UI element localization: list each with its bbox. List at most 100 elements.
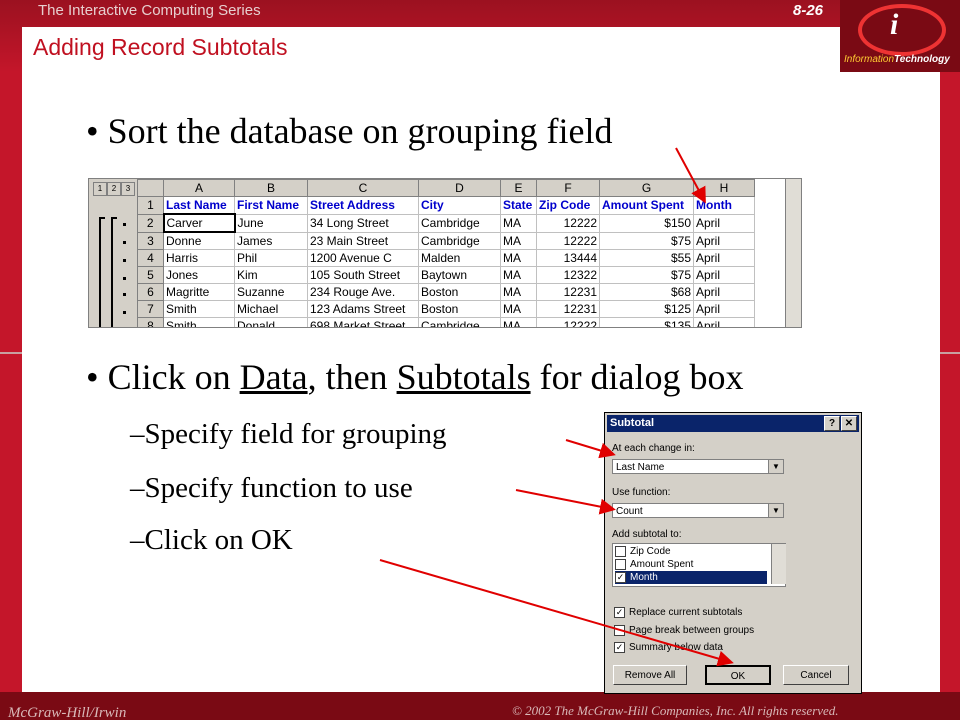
summary-below-checkbox[interactable]: ✓ <box>614 642 625 653</box>
at-each-change-select[interactable]: Last Name ▼ <box>612 459 784 474</box>
table-cell[interactable]: Baytown <box>418 266 501 284</box>
table-cell[interactable]: 12222 <box>536 317 600 327</box>
table-cell[interactable]: 23 Main Street <box>307 231 419 250</box>
chevron-down-icon[interactable]: ▼ <box>768 504 783 517</box>
replace-subtotals-checkbox[interactable]: ✓ <box>614 607 625 618</box>
list-item-zip-code[interactable]: Zip Code <box>615 545 767 558</box>
table-cell[interactable]: MA <box>500 317 537 327</box>
table-cell[interactable]: June <box>234 213 308 233</box>
table-cell[interactable]: MA <box>500 266 537 284</box>
replace-subtotals-option[interactable]: ✓ Replace current subtotals <box>614 607 742 618</box>
cancel-button[interactable]: Cancel <box>783 665 849 685</box>
table-cell[interactable]: James <box>234 231 308 250</box>
table-cell[interactable]: 698 Market Street <box>307 317 419 327</box>
table-cell[interactable]: April <box>693 317 755 327</box>
sheet-vertical-scrollbar[interactable] <box>785 179 801 327</box>
table-cell[interactable]: Magritte <box>163 283 235 301</box>
table-cell[interactable]: MA <box>500 213 537 233</box>
column-header-e[interactable]: E <box>500 179 537 197</box>
list-scrollbar[interactable] <box>771 544 786 584</box>
field-header-cell[interactable]: Zip Code <box>536 196 600 215</box>
dialog-title-bar[interactable]: Subtotal <box>607 415 859 432</box>
column-header-g[interactable]: G <box>599 179 694 197</box>
row-header[interactable]: 3 <box>137 231 164 250</box>
table-cell[interactable]: Boston <box>418 283 501 301</box>
table-cell[interactable]: Cambridge <box>418 317 501 327</box>
row-header[interactable]: 8 <box>137 317 164 327</box>
table-cell[interactable]: April <box>693 249 755 267</box>
table-cell[interactable]: Michael <box>234 300 308 318</box>
chevron-down-icon[interactable]: ▼ <box>768 460 783 473</box>
use-function-select[interactable]: Count ▼ <box>612 503 784 518</box>
column-header-b[interactable]: B <box>234 179 308 197</box>
field-header-cell[interactable]: City <box>418 196 501 215</box>
table-cell[interactable]: April <box>693 300 755 318</box>
checkbox-month[interactable]: ✓ <box>615 571 626 583</box>
table-cell[interactable]: April <box>693 283 755 301</box>
table-cell[interactable]: Phil <box>234 249 308 267</box>
list-item-month[interactable]: ✓ Month <box>615 571 767 584</box>
table-cell[interactable]: 12322 <box>536 266 600 284</box>
table-cell[interactable]: April <box>693 266 755 284</box>
table-cell[interactable]: Smith <box>163 300 235 318</box>
table-cell[interactable]: $125 <box>599 300 694 318</box>
table-cell[interactable]: MA <box>500 300 537 318</box>
column-header-f[interactable]: F <box>536 179 600 197</box>
field-header-cell[interactable]: Month <box>693 196 755 215</box>
table-cell[interactable]: Kim <box>234 266 308 284</box>
table-cell[interactable]: Harris <box>163 249 235 267</box>
column-header-a[interactable]: A <box>163 179 235 197</box>
table-cell[interactable]: $150 <box>599 213 694 233</box>
table-cell[interactable]: Carver <box>162 213 236 233</box>
table-cell[interactable]: $75 <box>599 266 694 284</box>
table-cell[interactable]: April <box>693 231 755 250</box>
field-header-cell[interactable]: First Name <box>234 196 308 215</box>
page-break-option[interactable]: Page break between groups <box>614 625 754 636</box>
table-cell[interactable]: MA <box>500 231 537 250</box>
table-cell[interactable]: Cambridge <box>418 231 501 250</box>
table-cell[interactable]: April <box>693 213 755 233</box>
table-cell[interactable]: 13444 <box>536 249 600 267</box>
column-header-c[interactable]: C <box>307 179 419 197</box>
table-cell[interactable]: MA <box>500 249 537 267</box>
table-cell[interactable]: 12231 <box>536 283 600 301</box>
page-break-checkbox[interactable] <box>614 625 625 636</box>
table-cell[interactable]: 12222 <box>536 231 600 250</box>
table-cell[interactable]: Jones <box>163 266 235 284</box>
field-header-cell[interactable]: Amount Spent <box>599 196 694 215</box>
table-cell[interactable]: $135 <box>599 317 694 327</box>
column-header-h[interactable]: H <box>693 179 755 197</box>
help-button[interactable]: ? <box>824 416 840 431</box>
table-cell[interactable]: 1200 Avenue C <box>307 249 419 267</box>
close-button[interactable]: ✕ <box>841 416 857 431</box>
table-cell[interactable]: $68 <box>599 283 694 301</box>
field-header-cell[interactable]: Street Address <box>307 196 419 215</box>
table-cell[interactable]: Smith <box>163 317 235 327</box>
table-cell[interactable]: Boston <box>418 300 501 318</box>
table-cell[interactable]: 12222 <box>536 213 600 233</box>
row-header[interactable]: 1 <box>137 196 164 215</box>
remove-all-button[interactable]: Remove All <box>613 665 687 685</box>
field-header-cell[interactable]: Last Name <box>163 196 235 215</box>
summary-below-option[interactable]: ✓ Summary below data <box>614 642 723 653</box>
row-header[interactable]: 6 <box>137 283 164 301</box>
row-header[interactable]: 4 <box>137 249 164 267</box>
table-cell[interactable]: Suzanne <box>234 283 308 301</box>
outline-level-2-button[interactable]: 2 <box>107 182 121 196</box>
row-header[interactable]: 7 <box>137 300 164 318</box>
table-cell[interactable]: Donald <box>234 317 308 327</box>
table-cell[interactable]: $75 <box>599 231 694 250</box>
table-cell[interactable]: MA <box>500 283 537 301</box>
ok-button[interactable]: OK <box>705 665 771 685</box>
table-cell[interactable]: 12231 <box>536 300 600 318</box>
table-cell[interactable]: 105 South Street <box>307 266 419 284</box>
row-header[interactable]: 5 <box>137 266 164 284</box>
field-header-cell[interactable]: State <box>500 196 537 215</box>
table-cell[interactable]: Donne <box>163 231 235 250</box>
outline-level-3-button[interactable]: 3 <box>121 182 135 196</box>
checkbox-zip-code[interactable] <box>615 545 626 557</box>
table-cell[interactable]: 234 Rouge Ave. <box>307 283 419 301</box>
column-header-d[interactable]: D <box>418 179 501 197</box>
row-header[interactable]: 2 <box>137 213 164 233</box>
outline-level-1-button[interactable]: 1 <box>93 182 107 196</box>
